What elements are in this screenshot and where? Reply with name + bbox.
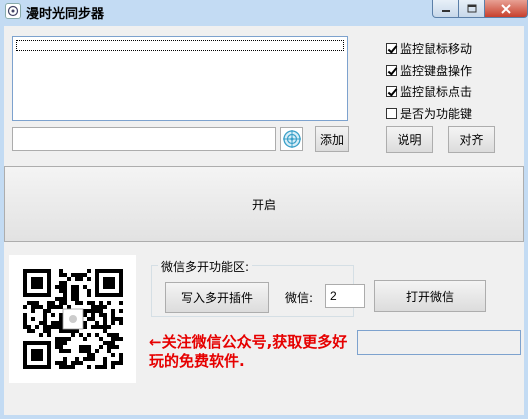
checkbox-function-key[interactable]: 是否为功能键: [386, 105, 472, 122]
crosshair-target-button[interactable]: [280, 127, 303, 151]
status-field: [357, 330, 521, 355]
window-title: 漫时光同步器: [26, 7, 105, 22]
qr-code: [23, 269, 123, 369]
checkbox-label: 是否为功能键: [400, 107, 473, 121]
align-button[interactable]: 对齐: [448, 126, 495, 153]
window-handle-input[interactable]: [12, 127, 276, 151]
crosshair-target-icon: [282, 130, 301, 148]
sync-window-list[interactable]: [12, 36, 348, 121]
checkbox-label: 监控键盘操作: [400, 64, 473, 78]
start-button[interactable]: 开启: [4, 166, 524, 242]
checkbox-box[interactable]: [386, 108, 397, 119]
wechat-qr-code: [9, 255, 136, 383]
close-button[interactable]: [485, 0, 528, 18]
app-window: 漫时光同步器 监控鼠标移动 监控键盘操作 监控鼠标点击 是否为功能键 添加 说明…: [0, 0, 528, 419]
checkbox-label: 监控鼠标移动: [400, 42, 473, 56]
checkbox-label: 监控鼠标点击: [400, 85, 473, 99]
promo-text: ←关注微信公众号,获取更多好玩的免费软件.: [149, 333, 348, 370]
client-area: 监控鼠标移动 监控键盘操作 监控鼠标点击 是否为功能键 添加 说明 对齐 开启: [4, 26, 524, 415]
add-button[interactable]: 添加: [315, 126, 349, 152]
checkbox-monitor-mouse-move[interactable]: 监控鼠标移动: [386, 40, 472, 57]
title-bar[interactable]: 漫时光同步器: [0, 0, 528, 24]
maximize-icon: [467, 4, 476, 12]
minimize-icon: [441, 9, 450, 12]
checkbox-box[interactable]: [386, 43, 397, 54]
list-focus-row[interactable]: [16, 40, 344, 51]
checkbox-box[interactable]: [386, 86, 397, 97]
minimize-button[interactable]: [432, 0, 459, 18]
help-button[interactable]: 说明: [386, 126, 433, 153]
maximize-button[interactable]: [459, 0, 485, 18]
app-icon: [5, 3, 21, 19]
wechat-count-input[interactable]: [325, 284, 365, 308]
open-wechat-button[interactable]: 打开微信: [374, 280, 486, 312]
checkbox-monitor-keyboard[interactable]: 监控键盘操作: [386, 62, 472, 79]
checkbox-monitor-mouse-click[interactable]: 监控鼠标点击: [386, 83, 472, 100]
wechat-count-label: 微信:: [285, 291, 314, 305]
close-icon: [501, 3, 511, 14]
checkbox-box[interactable]: [386, 65, 397, 76]
write-plugin-button[interactable]: 写入多开插件: [165, 282, 269, 313]
wechat-group-title: 微信多开功能区:: [158, 258, 253, 275]
